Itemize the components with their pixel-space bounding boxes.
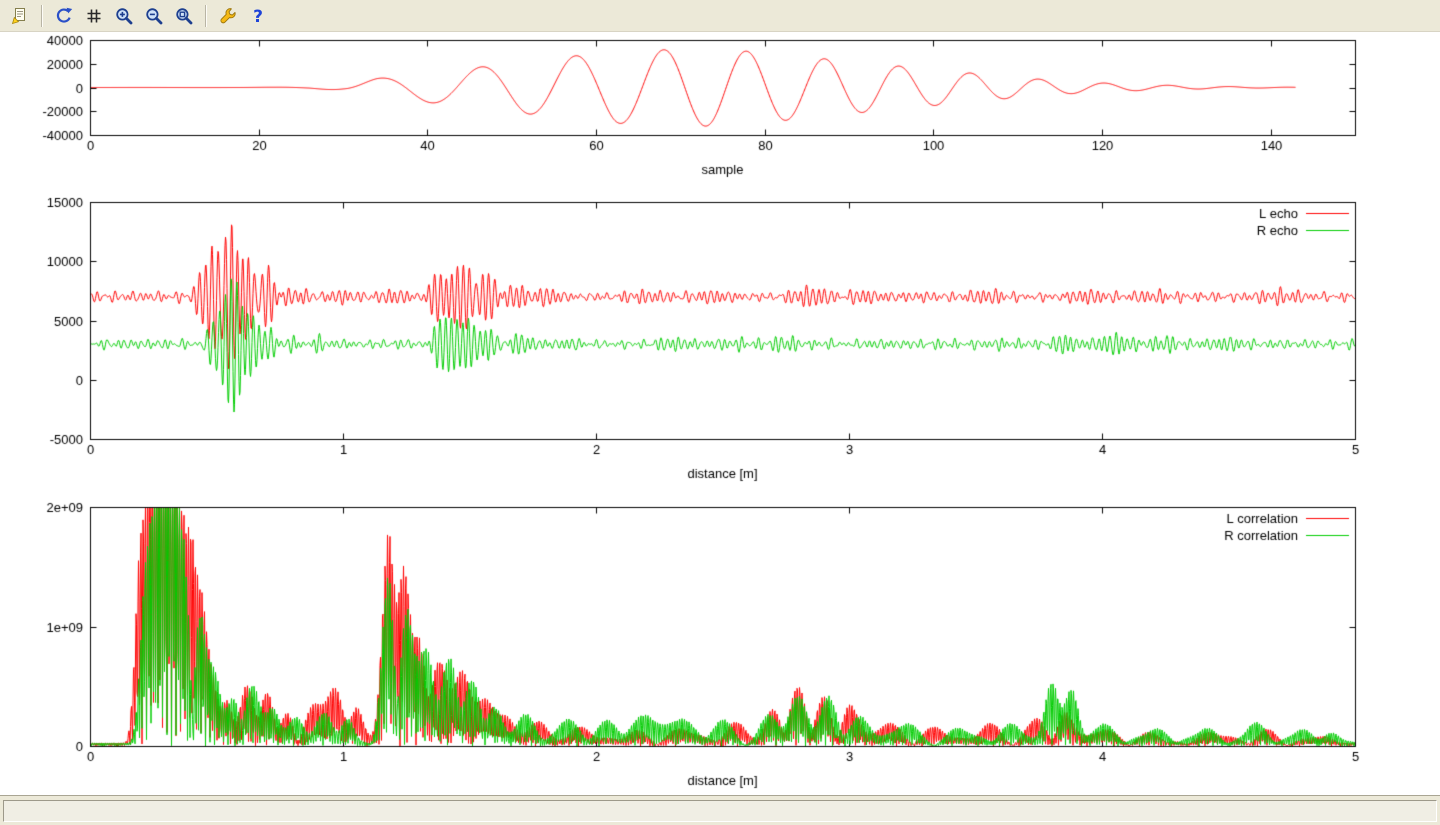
- signal-plot-canvas[interactable]: [0, 32, 1440, 190]
- zoom-in-button[interactable]: [110, 3, 137, 29]
- autoscale-button[interactable]: [170, 3, 197, 29]
- echo-plot-canvas[interactable]: [0, 190, 1440, 497]
- zoom-out-button[interactable]: [140, 3, 167, 29]
- zoom-autoscale-icon: [174, 6, 194, 26]
- toolbar-separator: [41, 5, 42, 27]
- help-icon: ?: [248, 6, 268, 26]
- replot-button[interactable]: [50, 3, 77, 29]
- toggle-grid-button[interactable]: [80, 3, 107, 29]
- wrench-icon: [218, 6, 238, 26]
- copy-clipboard-icon: [10, 6, 30, 26]
- grid-icon: [84, 6, 104, 26]
- gnuplot-window: ?: [0, 0, 1440, 825]
- zoom-out-icon: [144, 6, 164, 26]
- replot-icon: [54, 6, 74, 26]
- copy-to-clipboard-button[interactable]: [6, 3, 33, 29]
- toolbar: ?: [0, 0, 1440, 32]
- toolbar-separator: [205, 5, 206, 27]
- status-text: [3, 800, 1437, 822]
- svg-text:?: ?: [253, 7, 263, 26]
- zoom-in-icon: [114, 6, 134, 26]
- help-button[interactable]: ?: [244, 3, 271, 29]
- configure-button[interactable]: [214, 3, 241, 29]
- correlation-plot-canvas[interactable]: [0, 497, 1440, 795]
- plot-area: [0, 32, 1440, 795]
- status-bar: [0, 795, 1440, 825]
